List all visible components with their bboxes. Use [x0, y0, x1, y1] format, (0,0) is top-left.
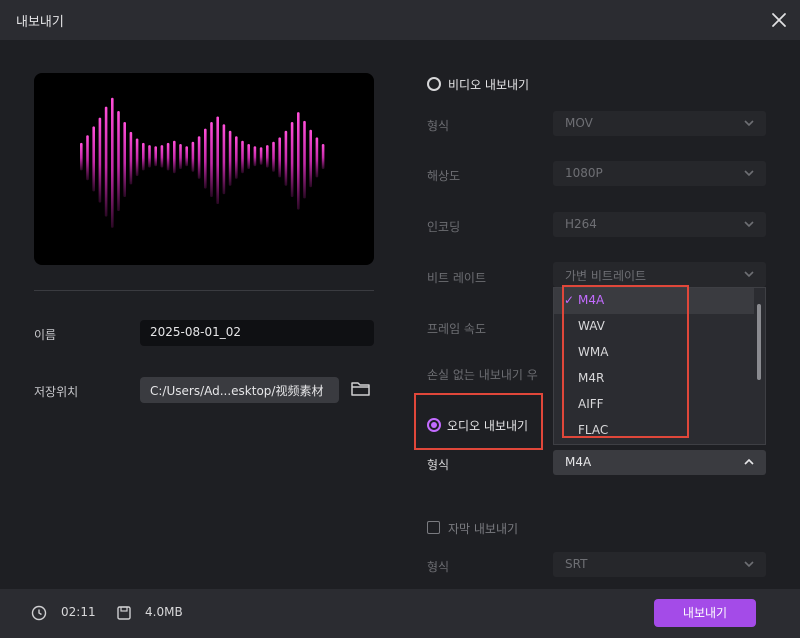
waveform-bar: [185, 146, 188, 167]
title-bar: 내보내기: [0, 0, 800, 40]
video-export-label: 비디오 내보내기: [448, 78, 530, 92]
chevron-down-icon: [744, 221, 754, 228]
video-format-label: 형식: [427, 119, 450, 133]
waveform-bar: [284, 130, 288, 186]
waveform-bar: [309, 129, 312, 188]
subtitle-export-checkbox[interactable]: [427, 521, 440, 534]
waveform-bar: [235, 136, 238, 179]
waveform-bar: [197, 136, 201, 179]
waveform-bar: [210, 122, 213, 197]
waveform-bar: [278, 137, 281, 178]
waveform-bar: [123, 122, 126, 197]
waveform-bar: [98, 117, 102, 203]
encoding-value: H264: [565, 217, 597, 231]
bitrate-label: 비트 레이트: [427, 271, 487, 285]
clock-icon: [31, 605, 47, 621]
waveform-bar: [228, 130, 232, 186]
waveform-bar: [173, 140, 176, 174]
duration-text: 02:11: [61, 605, 96, 619]
waveform-bar: [142, 142, 145, 171]
waveform-bar: [253, 146, 257, 167]
subtitle-export-label: 자막 내보내기: [448, 522, 519, 536]
waveform-bar: [129, 131, 133, 185]
waveform-bar: [191, 141, 195, 172]
waveform-bar: [266, 145, 269, 168]
chevron-down-icon: [744, 271, 754, 278]
waveform-bar: [166, 142, 170, 171]
waveform-bar: [222, 124, 226, 195]
waveform-bar: [321, 144, 325, 169]
save-location-label: 저장위치: [34, 385, 79, 399]
waveform-bar: [241, 140, 244, 174]
audio-format-label: 형식: [427, 458, 450, 472]
resolution-label: 해상도: [427, 169, 461, 183]
folder-icon[interactable]: [350, 380, 372, 398]
options-highlight-box: [562, 285, 689, 438]
encoding-label: 인코딩: [427, 220, 461, 234]
waveform-bar: [154, 146, 157, 167]
encoding-select[interactable]: H264: [553, 212, 766, 237]
resolution-select[interactable]: 1080P: [553, 161, 766, 186]
audio-preview: [34, 73, 374, 265]
save-location-input[interactable]: C:/Users/Ad...esktop/视频素材: [140, 377, 339, 403]
dropdown-scrollbar[interactable]: [757, 304, 761, 380]
dialog-title: 내보내기: [16, 15, 64, 30]
waveform-bar: [179, 144, 182, 169]
audio-export-highlight-box: [414, 393, 543, 450]
bitrate-select[interactable]: 가변 비트레이트: [553, 262, 766, 287]
waveform-bar: [160, 145, 164, 168]
waveform-bar: [204, 128, 207, 189]
lossless-export-label: 손실 없는 내보내기 우: [427, 368, 538, 382]
waveform-bar: [297, 112, 300, 210]
waveform-bar: [104, 106, 108, 217]
waveform-bar: [80, 142, 83, 171]
chevron-down-icon: [744, 120, 754, 127]
waveform-bar: [303, 120, 306, 199]
waveform-bar: [272, 141, 275, 172]
name-input[interactable]: 2025-08-01_02: [140, 320, 374, 346]
waveform-bar: [315, 137, 319, 178]
file-size-text: 4.0MB: [145, 605, 183, 619]
waveform-graphic: [80, 97, 325, 228]
save-icon: [117, 606, 131, 620]
divider: [34, 290, 374, 291]
waveform-bar: [247, 144, 250, 169]
subtitle-format-value: SRT: [565, 557, 588, 571]
name-label: 이름: [34, 328, 57, 342]
waveform-bar: [290, 122, 294, 197]
chevron-down-icon: [744, 170, 754, 177]
audio-format-select[interactable]: M4A: [553, 450, 766, 475]
waveform-bar: [92, 126, 95, 192]
close-icon[interactable]: [768, 9, 790, 31]
waveform-bar: [117, 111, 120, 211]
subtitle-format-select[interactable]: SRT: [553, 552, 766, 577]
bitrate-value: 가변 비트레이트: [565, 269, 647, 283]
chevron-down-icon: [744, 561, 754, 568]
video-format-select[interactable]: MOV: [553, 111, 766, 136]
subtitle-format-label: 형식: [427, 560, 450, 574]
frame-rate-label: 프레임 속도: [427, 322, 487, 336]
audio-format-value: M4A: [565, 455, 592, 469]
waveform-bar: [259, 147, 263, 165]
video-format-value: MOV: [565, 116, 593, 130]
waveform-bar: [148, 145, 151, 168]
video-export-radio[interactable]: [427, 77, 441, 91]
chevron-up-icon: [744, 458, 754, 465]
resolution-value: 1080P: [565, 166, 603, 180]
export-button[interactable]: 내보내기: [654, 599, 756, 627]
waveform-bar: [86, 135, 89, 181]
waveform-bar: [111, 97, 114, 228]
waveform-bar: [135, 138, 139, 176]
waveform-bar: [216, 116, 219, 204]
